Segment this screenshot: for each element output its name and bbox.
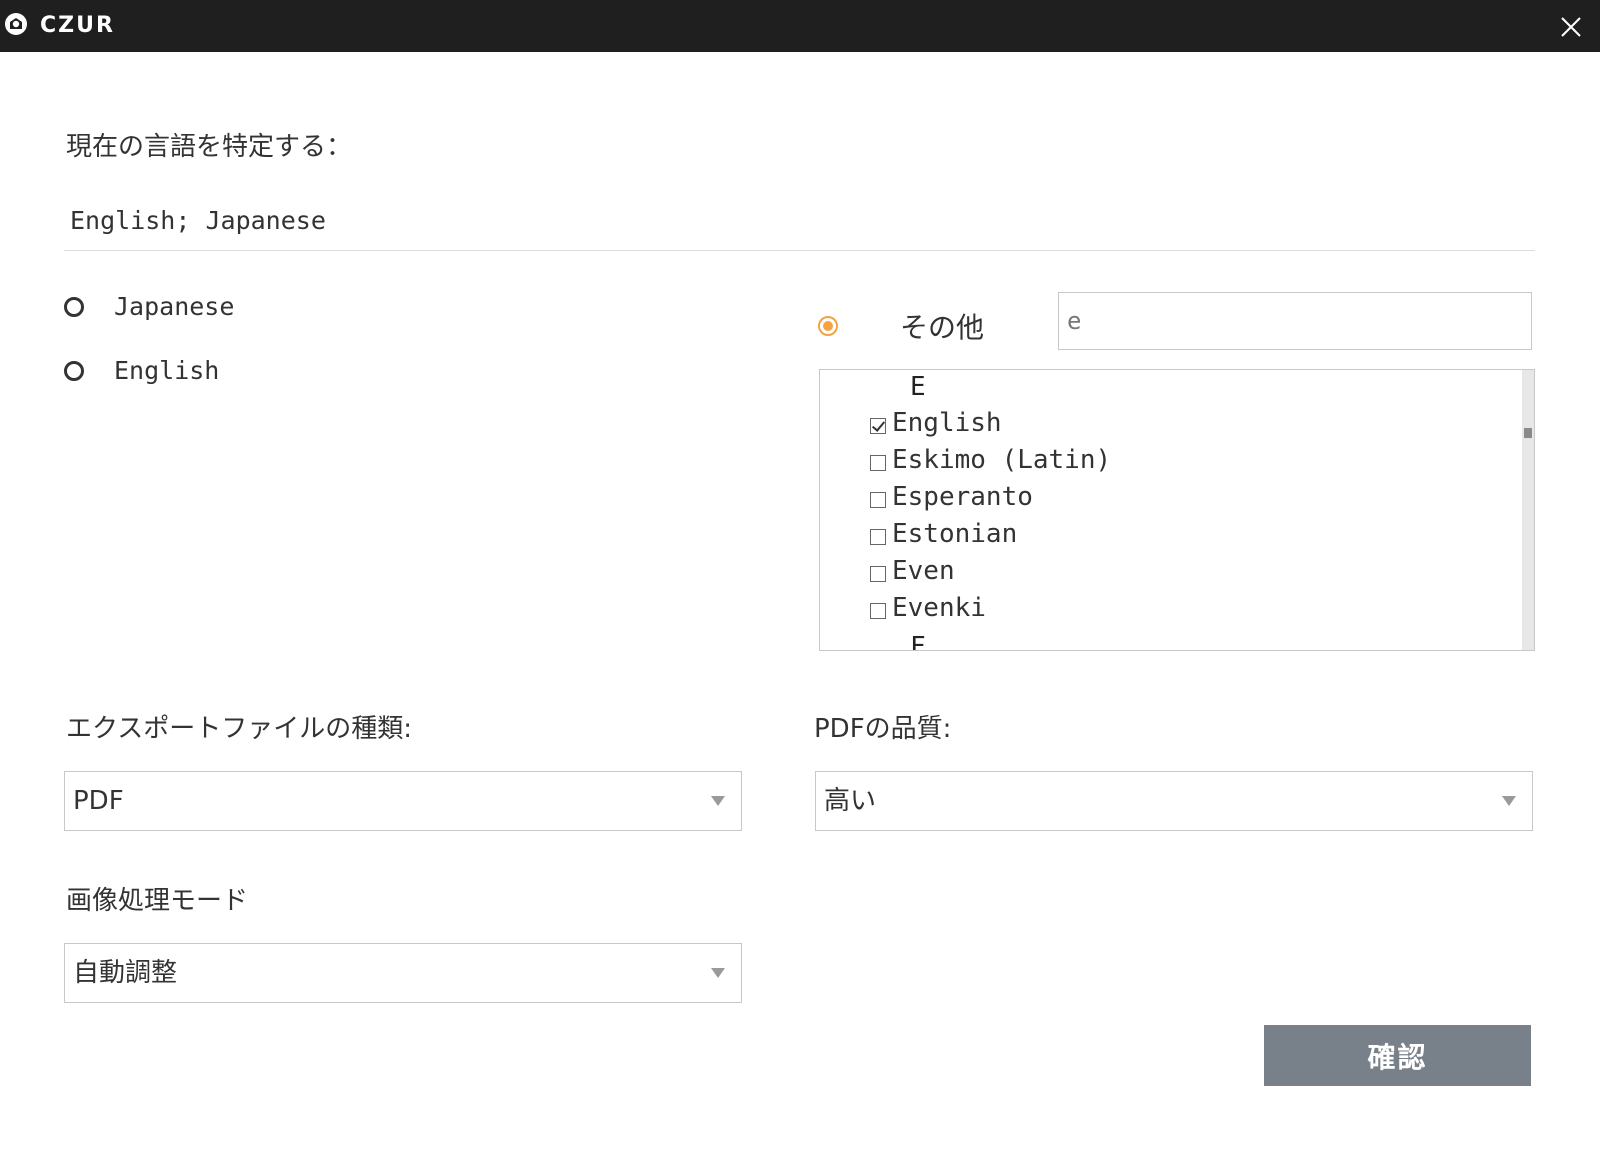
list-item-label: English [892, 408, 1002, 438]
pdf-quality-select[interactable]: 高い [815, 771, 1533, 831]
image-mode-value: 自動調整 [73, 958, 178, 988]
list-item-eskimo[interactable]: Eskimo (Latin) [870, 443, 1111, 477]
language-list[interactable]: E English Eskimo (Latin) Esperanto Eston… [819, 369, 1535, 651]
czur-logo-icon [5, 13, 27, 35]
checkbox-checked[interactable] [870, 418, 886, 434]
confirm-button[interactable]: 確認 [1264, 1025, 1531, 1086]
export-type-value: PDF [73, 786, 124, 816]
radio-other-label: その他 [900, 311, 985, 344]
list-item-label: Esperanto [892, 482, 1033, 512]
app-brand: CZUR [40, 13, 115, 38]
checkbox[interactable] [870, 529, 886, 545]
checkbox[interactable] [870, 566, 886, 582]
image-mode-label: 画像処理モード [66, 886, 249, 916]
chevron-down-icon [711, 968, 725, 978]
checkbox[interactable] [870, 603, 886, 619]
list-scrollbar[interactable] [1522, 370, 1534, 650]
list-item-label: Even [892, 556, 955, 586]
list-item-english[interactable]: English [870, 406, 1002, 440]
divider [64, 250, 1535, 251]
radio-english[interactable]: English [64, 356, 219, 386]
list-item-estonian[interactable]: Estonian [870, 517, 1017, 551]
radio-english-label: English [114, 356, 220, 385]
checkbox[interactable] [870, 455, 886, 471]
scrollbar-thumb[interactable] [1524, 428, 1532, 438]
list-item-label: Evenki [892, 593, 986, 623]
language-section-label: 現在の言語を特定する： [66, 132, 353, 162]
title-bar: CZUR [0, 0, 1600, 52]
pdf-quality-value: 高い [824, 786, 877, 816]
radio-selected-dot [818, 316, 838, 336]
list-item-evenki[interactable]: Evenki [870, 591, 986, 625]
export-type-select[interactable]: PDF [64, 771, 742, 831]
radio-circle [64, 361, 84, 381]
radio-japanese-label: Japanese [114, 292, 235, 321]
list-item-label: Estonian [892, 519, 1018, 549]
language-search-input[interactable] [1058, 292, 1532, 350]
image-mode-select[interactable]: 自動調整 [64, 943, 742, 1003]
chevron-down-icon [711, 796, 725, 806]
checkbox[interactable] [870, 492, 886, 508]
list-item-even[interactable]: Even [870, 554, 955, 588]
export-type-label: エクスポートファイルの種類: [66, 714, 412, 744]
radio-other[interactable]: その他 [818, 306, 984, 346]
pdf-quality-label: PDFの品質: [814, 714, 952, 744]
close-icon[interactable] [1556, 12, 1586, 42]
current-languages-value: English; Japanese [70, 206, 326, 235]
chevron-down-icon [1502, 796, 1516, 806]
list-group-heading: F [910, 632, 926, 651]
radio-circle [64, 297, 84, 317]
radio-japanese[interactable]: Japanese [64, 292, 234, 322]
list-group-heading: E [910, 372, 926, 402]
list-item-esperanto[interactable]: Esperanto [870, 480, 1033, 514]
list-item-label: Eskimo (Latin) [892, 445, 1112, 475]
